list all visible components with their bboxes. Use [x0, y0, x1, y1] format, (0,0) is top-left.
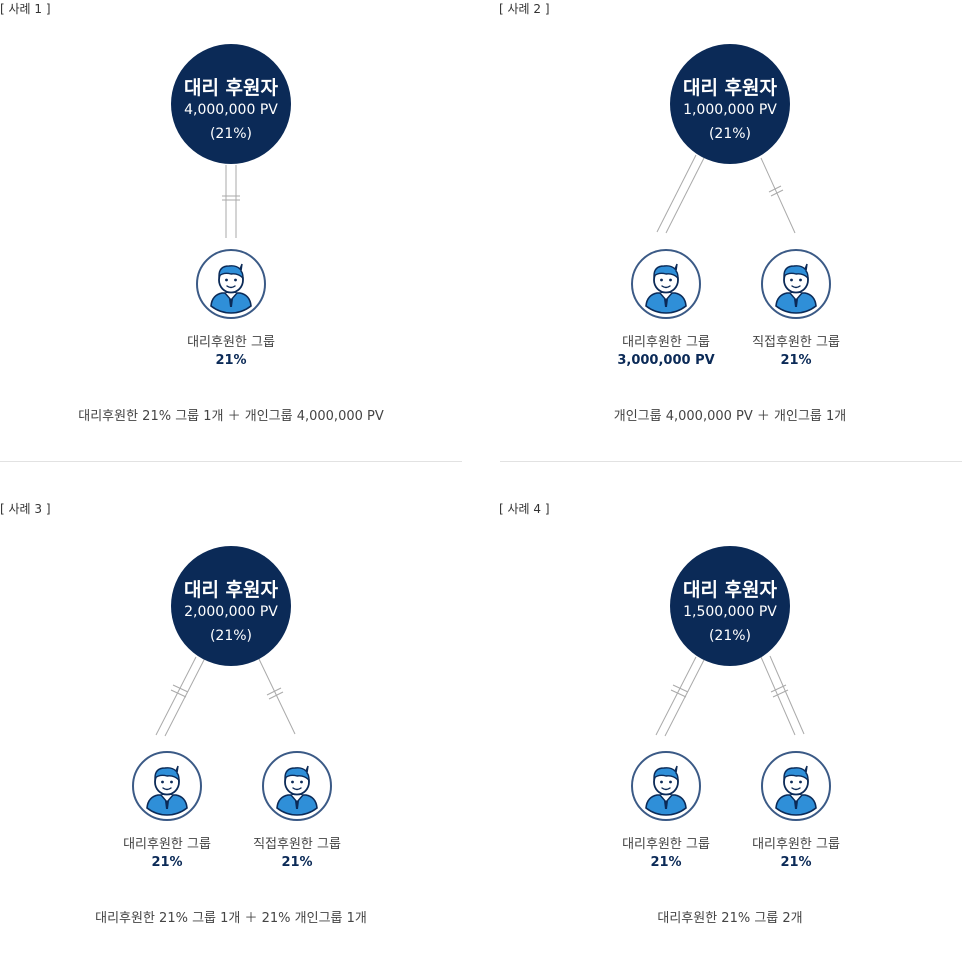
case-summary: 대리후원한 21% 그룹 1개 ＋ 개인그룹 4,000,000 PV [78, 409, 384, 424]
root-sponsor-node: 대리 후원자 4,000,000 PV (21%) [171, 44, 291, 164]
case-summary: 개인그룹 4,000,000 PV ＋ 개인그룹 1개 [613, 409, 847, 424]
root-sponsor-node: 대리 후원자 1,000,000 PV (21%) [670, 44, 790, 164]
root-title: 대리 후원자 [682, 77, 777, 99]
case-panel-1: [ 사례 1 ] 대리 후원자 4,000,000 PV (21%) 대리후원한… [0, 0, 481, 462]
child-group-value: 21% [281, 855, 313, 870]
root-sponsor-node: 대리 후원자 2,000,000 PV (21%) [171, 546, 291, 666]
root-percent: (21%) [708, 628, 752, 644]
root-pv: 1,500,000 PV [683, 604, 777, 620]
child-group-value: 21% [780, 353, 812, 368]
child-group-label: 직접후원한 그룹 [752, 335, 840, 350]
person-avatar-icon [761, 249, 831, 319]
person-avatar-icon [761, 751, 831, 821]
person-avatar-icon [631, 751, 701, 821]
child-group-label: 대리후원한 그룹 [752, 837, 840, 852]
section-divider [0, 461, 462, 462]
root-percent: (21%) [209, 126, 253, 142]
root-pv: 1,000,000 PV [683, 102, 777, 118]
person-avatar-icon [196, 249, 266, 319]
section-divider [500, 461, 962, 462]
person-avatar-icon [132, 751, 202, 821]
root-title: 대리 후원자 [183, 77, 278, 99]
child-group-value: 21% [780, 855, 812, 870]
root-title: 대리 후원자 [682, 579, 777, 601]
case-summary: 대리후원한 21% 그룹 2개 [657, 911, 803, 926]
root-sponsor-node: 대리 후원자 1,500,000 PV (21%) [670, 546, 790, 666]
person-avatar-icon [262, 751, 332, 821]
root-percent: (21%) [209, 628, 253, 644]
case-panel-3: [ 사례 3 ] 대리 후원자 2,000,000 PV (21%) 대리후원한… [0, 500, 481, 962]
case-panel-4: [ 사례 4 ] 대리 후원자 1,500,000 PV (21%) 대리후원한… [499, 500, 962, 962]
root-percent: (21%) [708, 126, 752, 142]
root-pv: 2,000,000 PV [184, 604, 278, 620]
root-pv: 4,000,000 PV [184, 102, 278, 118]
root-title: 대리 후원자 [183, 579, 278, 601]
child-group-label: 대리후원한 그룹 [187, 335, 275, 350]
child-group-label: 직접후원한 그룹 [253, 837, 341, 852]
case-summary: 대리후원한 21% 그룹 1개 ＋ 21% 개인그룹 1개 [95, 911, 367, 926]
child-group-value: 21% [215, 353, 247, 368]
case-panel-2: [ 사례 2 ] 대리 후원자 1,000,000 PV (21%) 대리후원한… [499, 0, 962, 462]
person-avatar-icon [631, 249, 701, 319]
